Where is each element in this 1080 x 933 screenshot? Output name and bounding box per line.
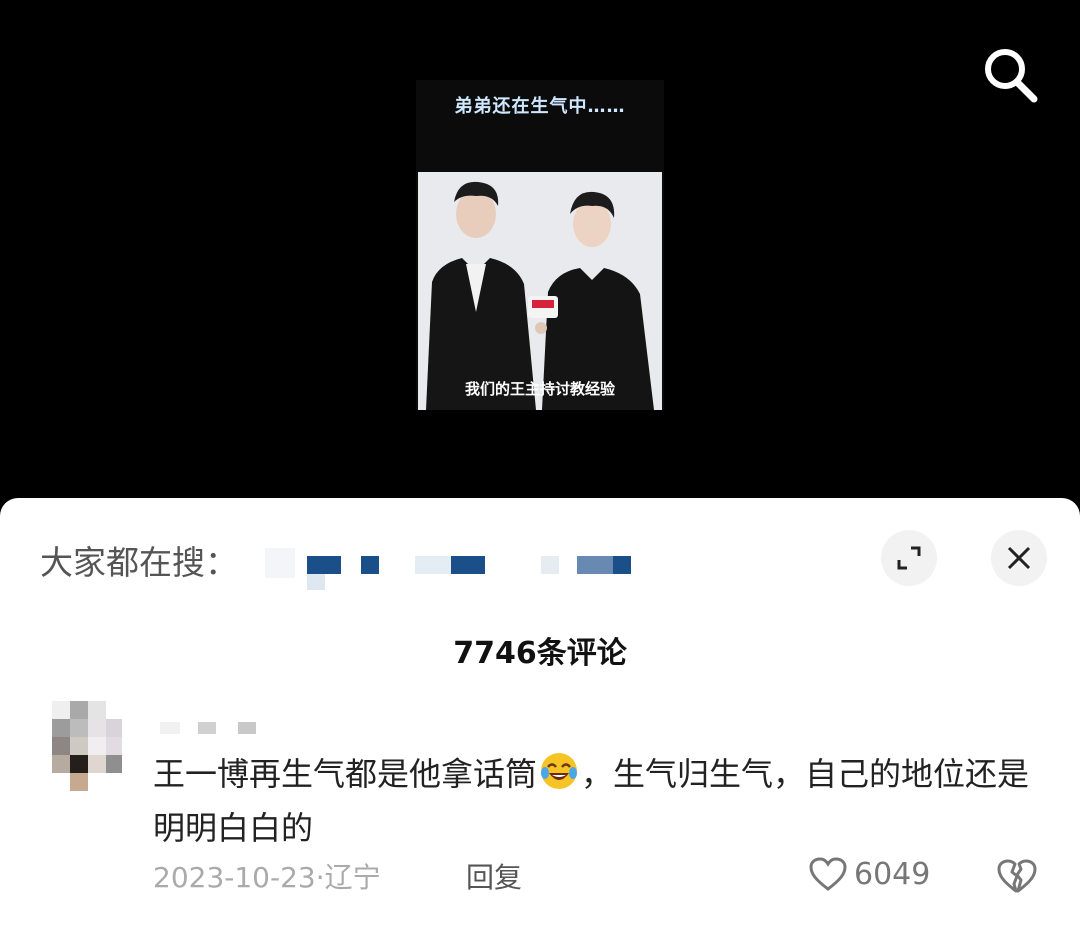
reply-button[interactable]: 回复 <box>466 856 522 896</box>
video-area[interactable]: 弟弟还在生气中…… 我们的王主持讨教经验 <box>0 0 1080 500</box>
username-redacted[interactable] <box>160 716 260 738</box>
expand-icon <box>897 546 921 570</box>
broken-heart-icon <box>997 859 1037 893</box>
comments-sheet: 大家都在搜： 7746条评论 王一博再生气都是他拿话筒 ，生气归生气，自己的地位… <box>0 498 1080 933</box>
comment-count: 7746条评论 <box>453 636 627 671</box>
close-button[interactable] <box>991 530 1047 586</box>
thumbnail-title: 弟弟还在生气中…… <box>454 96 626 117</box>
expand-button[interactable] <box>881 530 937 586</box>
search-icon <box>985 49 1038 103</box>
like-button[interactable]: 6049 <box>808 856 930 892</box>
laughing-tears-emoji <box>539 751 579 804</box>
comment-text: 王一博再生气都是他拿话筒 ，生气归生气，自己的地位还是明明白白的 <box>153 750 1033 852</box>
comment-date-location: 2023-10-23·辽宁 <box>153 861 381 894</box>
hot-search-label: 大家都在搜： <box>40 543 238 582</box>
heart-icon <box>809 857 847 891</box>
dislike-button[interactable] <box>996 858 1038 898</box>
like-count: 6049 <box>854 856 931 892</box>
video-thumbnail[interactable]: 弟弟还在生气中…… 我们的王主持讨教经验 <box>416 80 664 410</box>
search-button[interactable] <box>978 42 1042 106</box>
comment-text-part-1: 王一博再生气都是他拿话筒 <box>153 755 538 793</box>
thumbnail-caption: 我们的王主持讨教经验 <box>464 380 615 398</box>
avatar[interactable] <box>52 701 122 791</box>
hot-search-term-redacted[interactable] <box>265 538 645 593</box>
close-icon <box>1007 546 1031 570</box>
thumbnail-photo <box>418 172 662 410</box>
